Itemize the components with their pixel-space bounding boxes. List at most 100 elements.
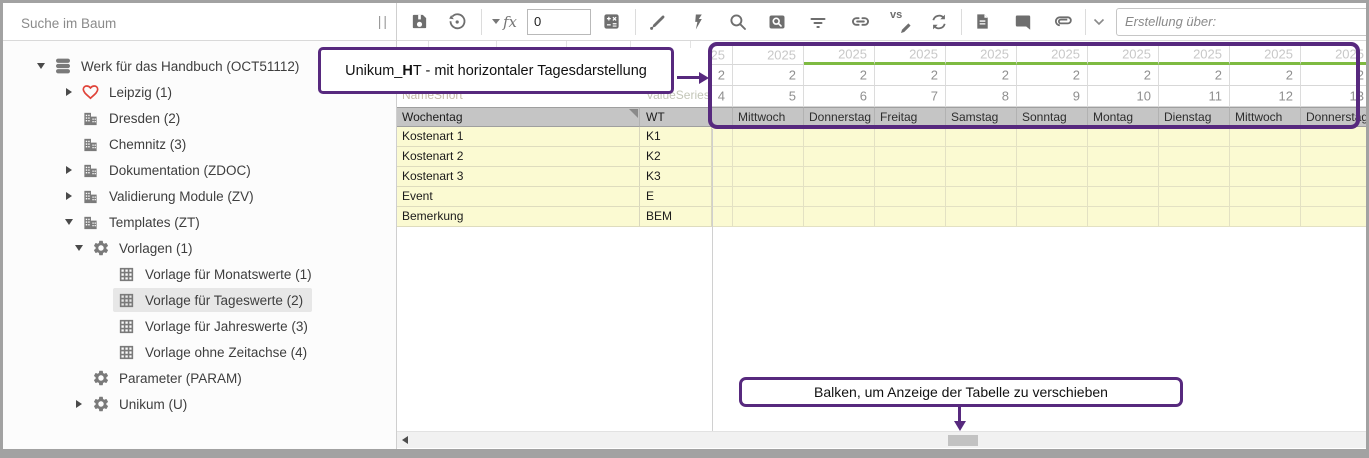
refresh-button[interactable] bbox=[927, 8, 951, 36]
draw-button[interactable] bbox=[646, 8, 670, 36]
timeline-year-cell[interactable]: 2025 bbox=[1159, 45, 1230, 65]
flash-button[interactable] bbox=[687, 8, 711, 36]
grid-cell-empty[interactable] bbox=[1301, 167, 1366, 187]
grid-cell-code[interactable]: K2 bbox=[640, 147, 712, 167]
timeline-wkd-cell[interactable]: Mittwoch bbox=[1230, 107, 1301, 127]
grid-cell-empty[interactable] bbox=[804, 187, 875, 207]
timeline-day-cell[interactable]: 11 bbox=[1159, 86, 1230, 107]
grid-cell-empty[interactable] bbox=[733, 207, 804, 227]
grid-cell-empty[interactable] bbox=[1230, 167, 1301, 187]
timeline-month-cell[interactable]: 2 bbox=[804, 65, 875, 86]
tree-item-vorlagen-1[interactable]: Vorlagen (1) bbox=[3, 235, 396, 261]
tree-item-dresden-2[interactable]: Dresden (2) bbox=[3, 105, 396, 131]
save-button[interactable] bbox=[407, 8, 431, 36]
grid-cell-empty[interactable] bbox=[804, 127, 875, 147]
tree-item-unikum-u[interactable]: Unikum (U) bbox=[3, 391, 396, 417]
tree-search-input[interactable] bbox=[19, 10, 353, 36]
timeline-wkd-cell[interactable]: Montag bbox=[1088, 107, 1159, 127]
timeline-wkd-cell[interactable] bbox=[712, 107, 733, 127]
timeline-year-cell[interactable]: 2025 bbox=[712, 45, 733, 65]
value-input[interactable] bbox=[527, 9, 591, 35]
grid-cell-empty[interactable] bbox=[804, 147, 875, 167]
timeline-year-cell[interactable]: 2025 bbox=[1017, 45, 1088, 65]
grid-cell-empty[interactable] bbox=[1301, 187, 1366, 207]
tree-item-validierung-module-zv[interactable]: Validierung Module (ZV) bbox=[3, 183, 396, 209]
search-button[interactable] bbox=[726, 8, 750, 36]
timeline-day-cell[interactable]: 4 bbox=[712, 86, 733, 107]
grid-cell-empty[interactable] bbox=[1088, 207, 1159, 227]
grid-cell-empty[interactable] bbox=[946, 147, 1017, 167]
tree-item-templates-zt[interactable]: Templates (ZT) bbox=[3, 209, 396, 235]
timeline-wkd-cell[interactable]: Samstag bbox=[946, 107, 1017, 127]
expander-collapsed-icon[interactable] bbox=[61, 84, 77, 100]
timeline-month-cell[interactable]: 2 bbox=[1088, 65, 1159, 86]
grid-cell-empty[interactable] bbox=[1088, 127, 1159, 147]
comment-button[interactable] bbox=[1011, 8, 1035, 36]
grid-cell-empty[interactable] bbox=[1088, 147, 1159, 167]
grid-cell-empty[interactable] bbox=[946, 187, 1017, 207]
scroll-left-arrow[interactable] bbox=[402, 436, 408, 444]
grid-cell-empty[interactable] bbox=[1301, 127, 1366, 147]
calculator-button[interactable] bbox=[599, 8, 623, 36]
expander-collapsed-icon[interactable] bbox=[61, 162, 77, 178]
vs-edit-button[interactable]: vs bbox=[888, 10, 912, 34]
document-button[interactable] bbox=[970, 8, 994, 36]
grid-cell-empty[interactable] bbox=[946, 207, 1017, 227]
grid-cell-empty[interactable] bbox=[1017, 147, 1088, 167]
timeline-day-cell[interactable]: 6 bbox=[804, 86, 875, 107]
grid-cell-name[interactable]: Kostenart 3 bbox=[396, 167, 640, 187]
grid-cell-empty[interactable] bbox=[804, 167, 875, 187]
timeline-year-cell[interactable]: 2025 bbox=[1301, 45, 1366, 65]
grid-cell-empty[interactable] bbox=[946, 127, 1017, 147]
grid-cell-empty[interactable] bbox=[733, 167, 804, 187]
filter-button[interactable] bbox=[806, 8, 830, 36]
grid-cell-empty[interactable] bbox=[712, 207, 733, 227]
timeline-year-cell[interactable]: 2025 bbox=[946, 45, 1017, 65]
tree-item-parameter-param[interactable]: Parameter (PARAM) bbox=[3, 365, 396, 391]
timeline-month-cell[interactable]: 2 bbox=[733, 65, 804, 86]
timeline-year-cell[interactable]: 2025 bbox=[804, 45, 875, 65]
grid-cell-empty[interactable] bbox=[804, 207, 875, 227]
grid-cell-empty[interactable] bbox=[1159, 207, 1230, 227]
grid-cell-empty[interactable] bbox=[712, 127, 733, 147]
timeline-month-cell[interactable]: 2 bbox=[875, 65, 946, 86]
timeline-wkd-cell[interactable]: Sonntag bbox=[1017, 107, 1088, 127]
grid-cell-empty[interactable] bbox=[1088, 167, 1159, 187]
grid-cell-empty[interactable] bbox=[875, 127, 946, 147]
expander-expanded-icon[interactable] bbox=[71, 240, 87, 256]
grid-cell-empty[interactable] bbox=[1017, 127, 1088, 147]
expander-collapsed-icon[interactable] bbox=[61, 188, 77, 204]
grid-cell-empty[interactable] bbox=[712, 187, 733, 207]
grid-cell-empty[interactable] bbox=[875, 207, 946, 227]
history-button[interactable] bbox=[445, 8, 469, 36]
expander-collapsed-icon[interactable] bbox=[71, 396, 87, 412]
grid-cell-empty[interactable] bbox=[1230, 127, 1301, 147]
panel-splitter-handle[interactable]: || bbox=[378, 13, 389, 29]
grid-cell-empty[interactable] bbox=[712, 167, 733, 187]
horizontal-scrollbar[interactable] bbox=[397, 431, 1366, 448]
creation-input[interactable] bbox=[1116, 8, 1369, 36]
grid-cell-empty[interactable] bbox=[875, 147, 946, 167]
timeline-month-cell[interactable]: 2 bbox=[1301, 65, 1366, 86]
grid-cell-code[interactable]: K3 bbox=[640, 167, 712, 187]
grid-cell-empty[interactable] bbox=[1301, 147, 1366, 167]
timeline-wkd-cell[interactable]: Mittwoch bbox=[733, 107, 804, 127]
timeline-wkd-cell[interactable]: Freitag bbox=[875, 107, 946, 127]
timeline-wkd-cell[interactable]: Donnerstag bbox=[804, 107, 875, 127]
grid-cell-empty[interactable] bbox=[1230, 187, 1301, 207]
grid-cell-empty[interactable] bbox=[1301, 207, 1366, 227]
timeline-day-cell[interactable]: 10 bbox=[1088, 86, 1159, 107]
column-header-wt[interactable]: WT bbox=[640, 107, 712, 127]
grid-cell-empty[interactable] bbox=[1159, 187, 1230, 207]
tree-item-vorlage-ohne-zeitachse-4[interactable]: Vorlage ohne Zeitachse (4) bbox=[3, 339, 396, 365]
grid-cell-code[interactable]: E bbox=[640, 187, 712, 207]
timeline-year-cell[interactable]: 2025 bbox=[1088, 45, 1159, 65]
grid-cell-empty[interactable] bbox=[1017, 167, 1088, 187]
expander-expanded-icon[interactable] bbox=[61, 214, 77, 230]
grid-cell-empty[interactable] bbox=[875, 167, 946, 187]
grid-cell-empty[interactable] bbox=[875, 187, 946, 207]
timeline-month-cell[interactable]: 2 bbox=[1017, 65, 1088, 86]
grid-cell-name[interactable]: Bemerkung bbox=[396, 207, 640, 227]
grid-cell-empty[interactable] bbox=[1159, 147, 1230, 167]
grid-cell-empty[interactable] bbox=[733, 127, 804, 147]
